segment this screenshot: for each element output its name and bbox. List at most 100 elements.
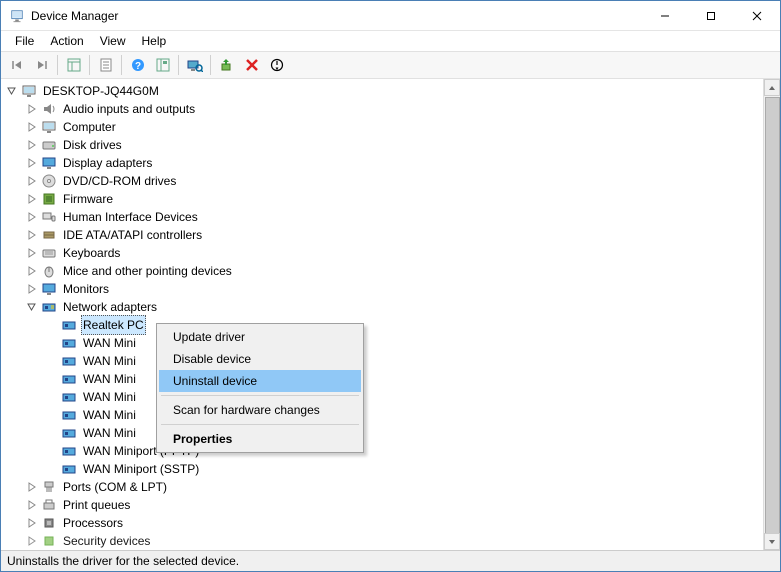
toolbar-separator: [121, 55, 122, 75]
tree-area: DESKTOP-JQ44G0M Audio inputs and outputs…: [1, 79, 780, 550]
window-title: Device Manager: [31, 9, 642, 23]
spacer: [45, 408, 59, 422]
tree-label: IDE ATA/ATAPI controllers: [61, 226, 204, 244]
collapse-icon[interactable]: [25, 102, 39, 116]
tree-item[interactable]: Human Interface Devices: [25, 208, 763, 226]
network-icon: [41, 299, 57, 315]
device-item[interactable]: WAN Mini: [45, 370, 763, 388]
device-item[interactable]: WAN Mini: [45, 334, 763, 352]
printer-icon: [41, 497, 57, 513]
expand-icon[interactable]: [5, 84, 19, 98]
collapse-icon[interactable]: [25, 282, 39, 296]
ports-icon: [41, 479, 57, 495]
update-driver-button[interactable]: [215, 54, 238, 76]
collapse-icon[interactable]: [25, 228, 39, 242]
tree-item[interactable]: Keyboards: [25, 244, 763, 262]
computer-icon: [21, 83, 37, 99]
ide-icon: [41, 227, 57, 243]
scroll-thumb[interactable]: [765, 97, 780, 537]
root-label: DESKTOP-JQ44G0M: [41, 82, 161, 100]
spacer: [45, 462, 59, 476]
tree-label: Security devices: [61, 532, 152, 550]
collapse-icon[interactable]: [25, 246, 39, 260]
context-scan-hardware[interactable]: Scan for hardware changes: [159, 399, 361, 421]
back-button[interactable]: [5, 54, 28, 76]
collapse-icon[interactable]: [25, 534, 39, 548]
menu-file[interactable]: File: [7, 32, 42, 50]
network-icon: [61, 425, 77, 441]
collapse-icon[interactable]: [25, 264, 39, 278]
menu-view[interactable]: View: [92, 32, 134, 50]
tree-item[interactable]: Audio inputs and outputs: [25, 100, 763, 118]
device-item[interactable]: WAN Mini: [45, 388, 763, 406]
show-hide-console-tree-button[interactable]: [62, 54, 85, 76]
device-item[interactable]: WAN Mini: [45, 406, 763, 424]
scroll-up-button[interactable]: [764, 79, 780, 96]
scan-hardware-button[interactable]: [183, 54, 206, 76]
device-label: WAN Mini: [81, 352, 138, 370]
device-item-selected[interactable]: Realtek PC: [45, 316, 763, 334]
tree-item[interactable]: Display adapters: [25, 154, 763, 172]
device-item[interactable]: WAN Mini: [45, 424, 763, 442]
tree-item[interactable]: Print queues: [25, 496, 763, 514]
uninstall-button[interactable]: [240, 54, 263, 76]
tree-item-network[interactable]: Network adapters: [25, 298, 763, 316]
window-buttons: [642, 1, 780, 30]
menu-help[interactable]: Help: [134, 32, 175, 50]
context-uninstall-device[interactable]: Uninstall device: [159, 370, 361, 392]
device-manager-window: Device Manager File Action View Help ?: [0, 0, 781, 572]
device-item[interactable]: WAN Miniport (PPTP): [45, 442, 763, 460]
root-node[interactable]: DESKTOP-JQ44G0M: [5, 82, 763, 100]
tree-item[interactable]: Firmware: [25, 190, 763, 208]
properties-button[interactable]: [94, 54, 117, 76]
device-item[interactable]: WAN Mini: [45, 352, 763, 370]
tree-item[interactable]: Security devices: [25, 532, 763, 550]
tree-wrap[interactable]: DESKTOP-JQ44G0M Audio inputs and outputs…: [1, 79, 763, 550]
tree-item[interactable]: DVD/CD-ROM drives: [25, 172, 763, 190]
tree-item[interactable]: Computer: [25, 118, 763, 136]
network-icon: [61, 407, 77, 423]
collapse-icon[interactable]: [25, 192, 39, 206]
help-button[interactable]: ?: [126, 54, 149, 76]
forward-button[interactable]: [30, 54, 53, 76]
collapse-icon[interactable]: [25, 138, 39, 152]
tree-item[interactable]: Disk drives: [25, 136, 763, 154]
context-label: Uninstall device: [173, 374, 257, 388]
collapse-icon[interactable]: [25, 174, 39, 188]
tree-label: Keyboards: [61, 244, 122, 262]
network-icon: [61, 461, 77, 477]
tree-label: Audio inputs and outputs: [61, 100, 197, 118]
context-properties[interactable]: Properties: [159, 428, 361, 450]
tree-item[interactable]: Mice and other pointing devices: [25, 262, 763, 280]
context-menu: Update driver Disable device Uninstall d…: [156, 323, 364, 453]
security-icon: [41, 533, 57, 549]
collapse-icon[interactable]: [25, 498, 39, 512]
action-button[interactable]: [151, 54, 174, 76]
context-label: Scan for hardware changes: [173, 403, 320, 417]
scroll-down-button[interactable]: [764, 533, 780, 550]
tree-item[interactable]: Processors: [25, 514, 763, 532]
collapse-icon[interactable]: [25, 210, 39, 224]
context-separator: [161, 424, 359, 425]
vertical-scrollbar[interactable]: [763, 79, 780, 550]
tree-item[interactable]: Ports (COM & LPT): [25, 478, 763, 496]
maximize-button[interactable]: [688, 1, 734, 30]
context-update-driver[interactable]: Update driver: [159, 326, 361, 348]
tree-item[interactable]: Monitors: [25, 280, 763, 298]
device-item[interactable]: WAN Miniport (SSTP): [45, 460, 763, 478]
tree-label: Disk drives: [61, 136, 124, 154]
device-label: WAN Mini: [81, 334, 138, 352]
tree-item[interactable]: IDE ATA/ATAPI controllers: [25, 226, 763, 244]
menu-action[interactable]: Action: [42, 32, 91, 50]
collapse-icon[interactable]: [25, 120, 39, 134]
collapse-icon[interactable]: [25, 156, 39, 170]
disable-button[interactable]: [265, 54, 288, 76]
close-button[interactable]: [734, 1, 780, 30]
collapse-icon[interactable]: [25, 516, 39, 530]
tree-label: Mice and other pointing devices: [61, 262, 234, 280]
collapse-icon[interactable]: [25, 480, 39, 494]
network-icon: [61, 353, 77, 369]
expand-icon[interactable]: [25, 300, 39, 314]
context-disable-device[interactable]: Disable device: [159, 348, 361, 370]
minimize-button[interactable]: [642, 1, 688, 30]
